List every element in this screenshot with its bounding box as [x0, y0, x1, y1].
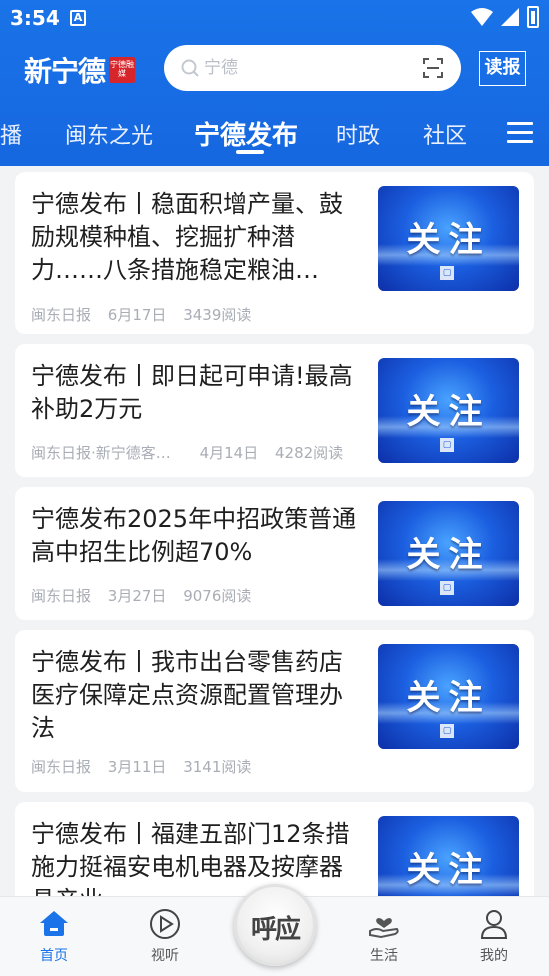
- nav-life[interactable]: 生活: [349, 907, 419, 965]
- article-thumbnail: 关注 ▢: [378, 186, 519, 291]
- thumbnail-text: 关注: [406, 220, 491, 260]
- article-card[interactable]: 宁德发布丨我市出台零售药店医疗保障定点资源配置管理办法 闽东日报 3月11日 3…: [15, 630, 534, 792]
- thumbnail-text: 关注: [406, 678, 491, 718]
- article-thumbnail: 关注 ▢: [378, 644, 519, 749]
- status-icons: [471, 6, 539, 28]
- article-title: 宁德发布2025年中招政策普通高中招生比例超70%: [31, 505, 357, 566]
- article-thumbnail: 关注 ▢: [378, 816, 519, 896]
- article-date: 6月17日: [107, 306, 167, 324]
- article-card[interactable]: 宁德发布丨稳面积增产量、鼓励规模种植、挖掘扩种潜力……八条措施稳定粮油… 闽东日…: [15, 172, 534, 334]
- article-meta: 闽东日报 3月27日 9076阅读: [31, 585, 263, 606]
- search-bar[interactable]: [164, 45, 461, 91]
- scan-icon[interactable]: [423, 58, 443, 78]
- article-feed[interactable]: 宁德发布丨稳面积增产量、鼓励规模种植、挖掘扩种潜力……八条措施稳定粮油… 闽东日…: [0, 166, 549, 896]
- thumbnail-text: 关注: [406, 392, 491, 432]
- article-card[interactable]: 宁德发布2025年中招政策普通高中招生比例超70% 闽东日报 3月27日 907…: [15, 487, 534, 620]
- article-meta: 闽东日报 6月17日 3439阅读: [31, 304, 263, 325]
- channel-tabs: 播 闽东之光 宁德发布 时政 社区: [0, 110, 549, 156]
- article-title: 宁德发布丨即日起可申请!最高补助2万元: [31, 362, 353, 423]
- app-header: 3:54 A 新宁德 宁德融媒 读报 播 闽东之光 宁德发布 时政 社区: [0, 0, 549, 166]
- article-title: 宁德发布丨福建五部门12条措施力挺福安电机电器及按摩器具产业: [31, 820, 350, 896]
- status-bar: 3:54 A: [0, 0, 549, 36]
- brand-seal: 宁德融媒: [109, 57, 136, 83]
- article-meta: 闽东日报·新宁德客… 4月14日 4282阅读: [31, 442, 355, 463]
- thumbnail-logo-icon: ▢: [440, 724, 454, 738]
- article-reads: 9076阅读: [183, 587, 252, 605]
- article-reads: 4282阅读: [274, 444, 344, 462]
- article-reads: 3141阅读: [183, 758, 252, 776]
- nav-home[interactable]: 首页: [19, 907, 89, 965]
- menu-icon[interactable]: [507, 122, 533, 144]
- article-thumbnail: 关注 ▢: [378, 501, 519, 606]
- brand-logo[interactable]: 新宁德 宁德融媒: [24, 50, 136, 90]
- article-date: 3月27日: [107, 587, 167, 605]
- nav-video[interactable]: 视听: [130, 907, 200, 965]
- article-card[interactable]: 宁德发布丨即日起可申请!最高补助2万元 闽东日报·新宁德客… 4月14日 428…: [15, 344, 534, 477]
- play-circle-icon: [150, 909, 180, 939]
- hand-heart-icon: [369, 918, 399, 939]
- article-thumbnail: 关注 ▢: [378, 358, 519, 463]
- tab-shequ[interactable]: 社区: [423, 118, 467, 150]
- wifi-icon: [471, 8, 493, 26]
- tab-ningde-fabu[interactable]: 宁德发布: [194, 115, 298, 152]
- thumbnail-text: 关注: [406, 535, 491, 575]
- active-tab-indicator: [236, 150, 264, 154]
- search-input[interactable]: [204, 55, 414, 81]
- read-newspaper-button[interactable]: 读报: [479, 51, 526, 86]
- thumbnail-text: 关注: [406, 850, 491, 890]
- tab-shizheng[interactable]: 时政: [336, 118, 380, 150]
- article-title: 宁德发布丨我市出台零售药店医疗保障定点资源配置管理办法: [31, 648, 343, 742]
- nav-video-label: 视听: [151, 948, 179, 964]
- thumbnail-logo-icon: ▢: [440, 266, 454, 280]
- brand-name: 新宁德: [24, 55, 106, 88]
- article-source: 闽东日报: [31, 306, 92, 324]
- nav-life-label: 生活: [370, 948, 398, 964]
- tab-bo[interactable]: 播: [0, 118, 22, 150]
- center-action-label: 呼应: [250, 915, 301, 945]
- home-icon: [40, 911, 68, 936]
- article-date: 3月11日: [107, 758, 167, 776]
- article-source: 闽东日报·新宁德客…: [31, 444, 171, 462]
- article-reads: 3439阅读: [183, 306, 252, 324]
- status-time: 3:54: [10, 6, 60, 30]
- person-icon: [480, 910, 508, 939]
- tab-mindong-zhiguang[interactable]: 闽东之光: [65, 118, 153, 150]
- center-action-button[interactable]: 呼应: [234, 884, 316, 966]
- article-meta: 闽东日报 3月11日 3141阅读: [31, 756, 263, 777]
- nav-mine-label: 我的: [480, 948, 508, 964]
- search-icon: [181, 59, 199, 77]
- article-source: 闽东日报: [31, 758, 92, 776]
- nav-mine[interactable]: 我的: [459, 907, 529, 965]
- notification-icon: A: [70, 10, 86, 26]
- article-title: 宁德发布丨稳面积增产量、鼓励规模种植、挖掘扩种潜力……八条措施稳定粮油…: [31, 190, 343, 284]
- signal-icon: [501, 8, 519, 26]
- battery-icon: [527, 6, 539, 28]
- article-source: 闽东日报: [31, 587, 92, 605]
- article-card[interactable]: 宁德发布丨福建五部门12条措施力挺福安电机电器及按摩器具产业 关注 ▢: [15, 802, 534, 896]
- article-date: 4月14日: [199, 444, 259, 462]
- thumbnail-logo-icon: ▢: [440, 438, 454, 452]
- thumbnail-logo-icon: ▢: [440, 581, 454, 595]
- nav-home-label: 首页: [40, 948, 68, 964]
